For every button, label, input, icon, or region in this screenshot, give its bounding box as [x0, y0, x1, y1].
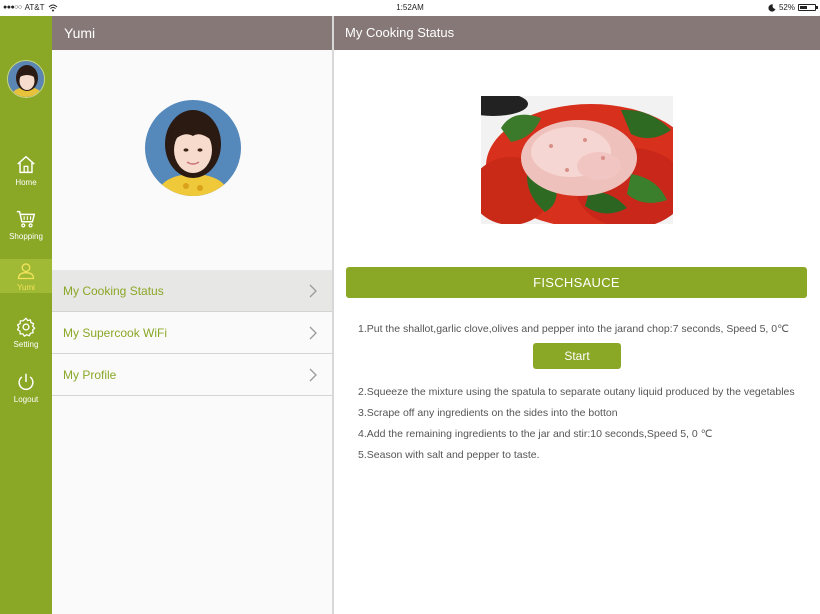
- nav-rail: Home Shopping Yumi Setting Logout: [0, 16, 52, 614]
- menu-supercook-wifi-label: My Supercook WiFi: [63, 326, 168, 340]
- profile-panel: My Cooking Status My Supercook WiFi My P…: [52, 50, 332, 614]
- status-time: 1:52AM: [396, 3, 424, 12]
- recipe-image: [481, 96, 673, 224]
- recipe-name: FISCHSAUCE: [533, 275, 620, 290]
- recipe-step: 5.Season with salt and pepper to taste.: [358, 449, 540, 461]
- recipe-step: 4.Add the remaining ingredients to the j…: [358, 428, 713, 440]
- rail-avatar[interactable]: [7, 60, 45, 98]
- status-right: 52%: [768, 3, 818, 12]
- power-icon: [18, 373, 34, 391]
- cooking-header: My Cooking Status: [334, 16, 820, 50]
- menu-my-profile-label: My Profile: [63, 368, 117, 382]
- profile-header: Yumi: [52, 16, 332, 50]
- menu-cooking-status[interactable]: My Cooking Status: [52, 270, 332, 312]
- nav-yumi[interactable]: Yumi: [0, 259, 52, 293]
- cooking-title: My Cooking Status: [345, 25, 455, 40]
- start-button[interactable]: Start: [533, 343, 621, 369]
- recipe-step: 3.Scrape off any ingredients on the side…: [358, 407, 618, 419]
- menu-supercook-wifi[interactable]: My Supercook WiFi: [52, 312, 332, 354]
- nav-home[interactable]: Home: [0, 150, 52, 204]
- menu-cooking-status-label: My Cooking Status: [63, 284, 164, 298]
- chevron-right-icon: [309, 326, 317, 340]
- home-icon: [17, 155, 35, 174]
- nav-shopping-label: Shopping: [9, 232, 43, 241]
- cooking-panel: FISCHSAUCE 1.Put the shallot,garlic clov…: [334, 50, 820, 614]
- user-icon: [17, 263, 35, 280]
- moon-icon: [768, 3, 776, 12]
- shopping-cart-icon: [16, 210, 36, 228]
- status-bar: ●●●○○ AT&T 1:52AM 52%: [0, 0, 820, 16]
- chevron-right-icon: [309, 284, 317, 298]
- recipe-name-bar: FISCHSAUCE: [346, 267, 807, 298]
- nav-home-label: Home: [15, 178, 37, 187]
- recipe-step: 1.Put the shallot,garlic clove,olives an…: [358, 323, 789, 335]
- nav-setting[interactable]: Setting: [0, 312, 52, 366]
- profile-title: Yumi: [64, 25, 96, 41]
- nav-yumi-label: Yumi: [17, 283, 35, 292]
- battery-percent: 52%: [778, 3, 795, 12]
- menu-my-profile[interactable]: My Profile: [52, 354, 332, 396]
- battery-level: [800, 6, 808, 9]
- profile-avatar: [145, 100, 241, 196]
- nav-shopping[interactable]: Shopping: [0, 204, 52, 258]
- chevron-right-icon: [309, 368, 317, 382]
- gear-icon: [16, 317, 36, 337]
- battery-icon: [798, 4, 818, 11]
- nav-logout[interactable]: Logout: [0, 367, 52, 421]
- recipe-step: 2.Squeeze the mixture using the spatula …: [358, 386, 795, 398]
- nav-logout-label: Logout: [13, 395, 39, 404]
- nav-setting-label: Setting: [13, 340, 39, 349]
